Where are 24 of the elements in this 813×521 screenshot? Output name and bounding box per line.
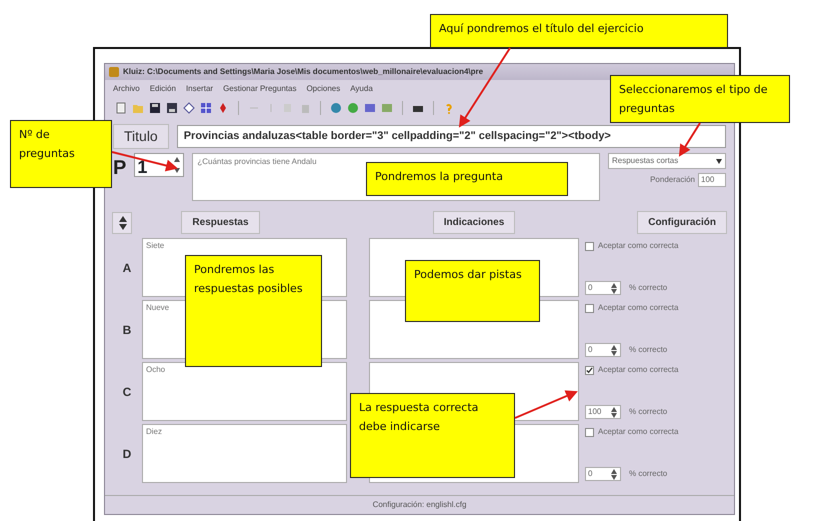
window-title: Kluiz: C:\Documents and Settings\Maria Jose\Mis documentos\web_millonaire\evaluacion4\pre [123, 66, 484, 78]
callout-tooltip: Seleccionaremos el tipo de preguntas [610, 75, 790, 123]
callout-tooltip: Pondremos las respuestas posibles [185, 255, 322, 367]
checkbox-label: Aceptar como correcta [598, 426, 678, 438]
percent-label: % correcto [629, 406, 668, 418]
callout-tooltip: La respuesta correcta debe indicarse [350, 393, 515, 478]
answer-letter: B [122, 322, 132, 338]
callout-tooltip: Podemos dar pistas [405, 260, 540, 322]
title-label: Titulo [113, 124, 169, 149]
answer-letter: D [122, 446, 132, 462]
question-label: P [113, 156, 126, 181]
weight-label: Ponderación [650, 174, 695, 186]
percent-label: % correcto [629, 344, 668, 356]
percent-label: % correcto [629, 282, 668, 294]
callout-tooltip: Pondremos la pregunta [366, 162, 568, 196]
callout-tooltip: Aquí pondremos el título del ejercicio [430, 14, 728, 48]
checkbox-label: Aceptar como correcta [598, 302, 678, 314]
percent-label: % correcto [629, 468, 668, 480]
callout-tooltip: Nº de preguntas [10, 120, 112, 188]
answer-letter: C [122, 384, 132, 400]
checkbox-label: Aceptar como correcta [598, 240, 678, 252]
answer-letter: A [122, 260, 132, 276]
status-bar: Configuración: englishl.cfg [105, 495, 734, 514]
checkbox-label: Aceptar como correcta [598, 364, 678, 376]
